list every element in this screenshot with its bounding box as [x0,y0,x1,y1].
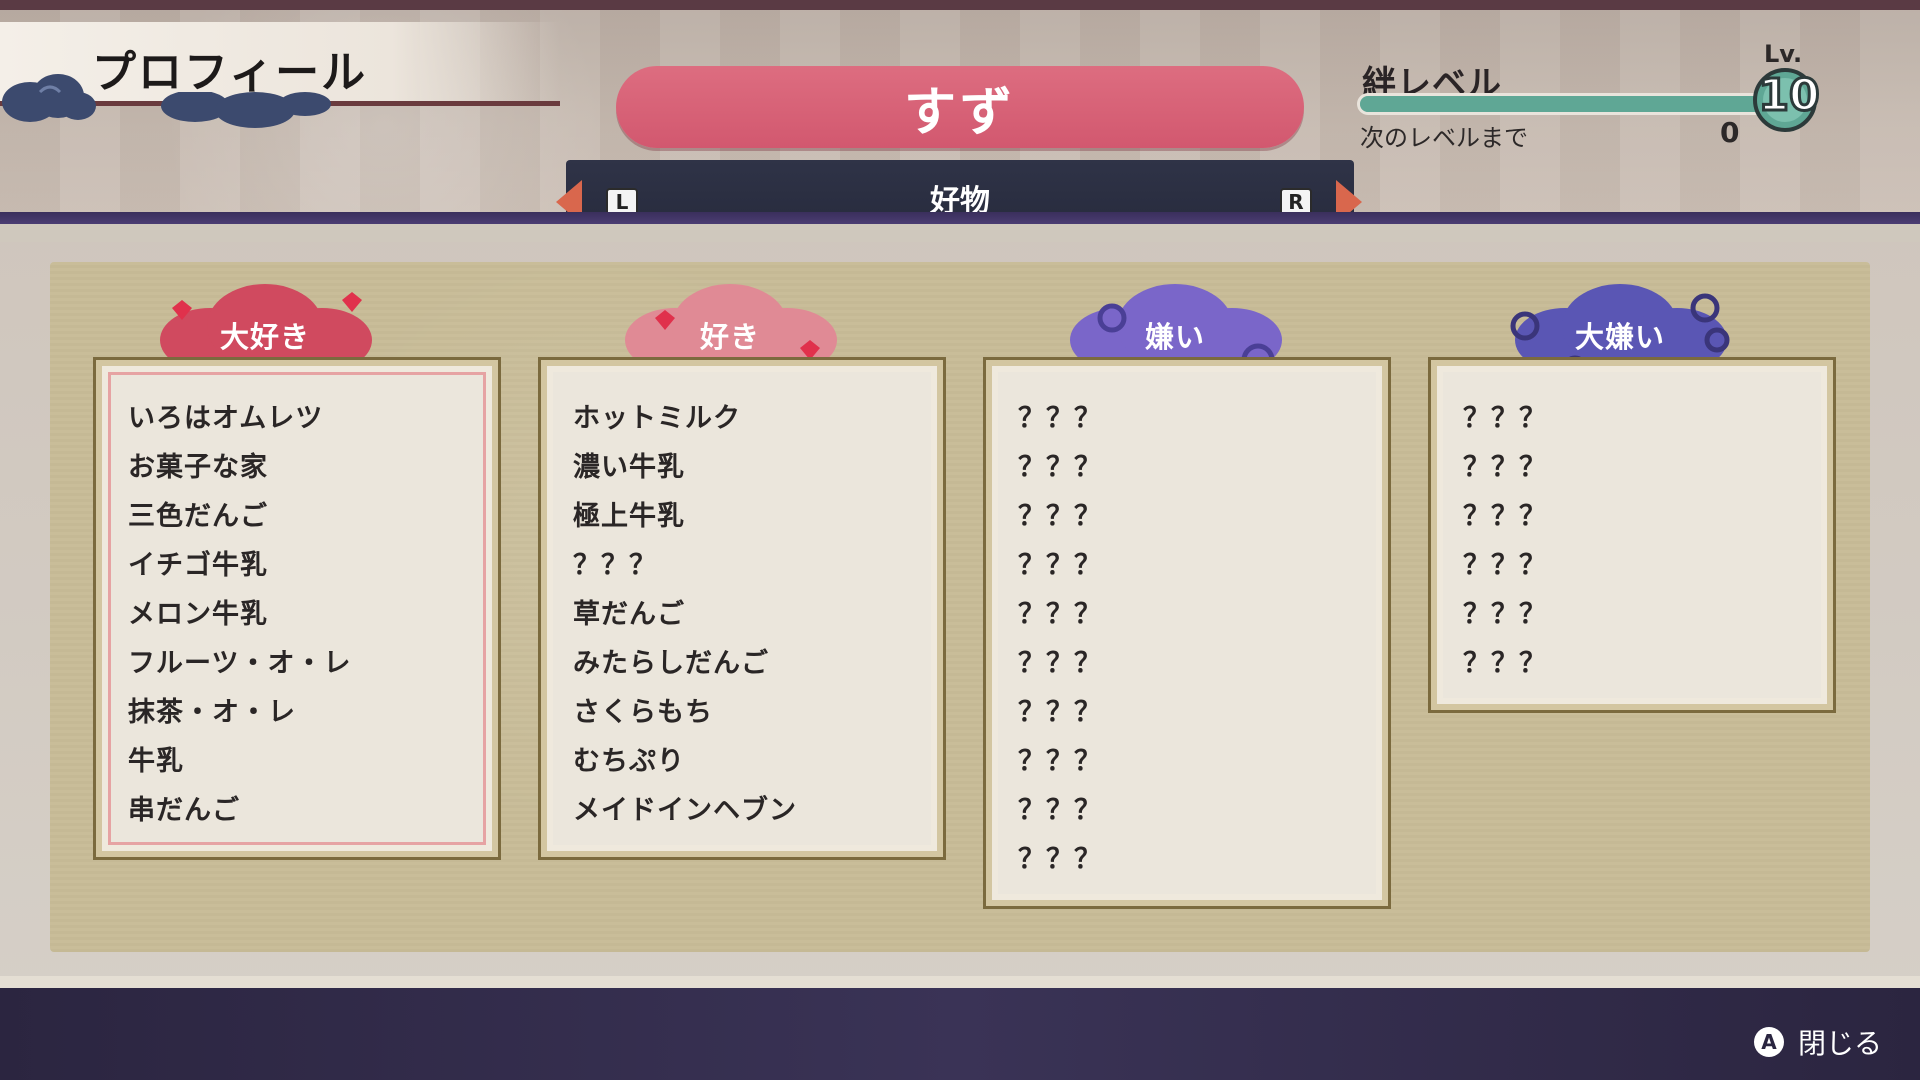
list-item: 牛乳 [128,746,184,777]
next-level-label: 次のレベルまで [1360,124,1528,152]
list-item: ？？？ [1018,795,1102,826]
dislike-label: 嫌い [1144,320,1205,354]
list-item: ？？？ [1018,844,1102,875]
list-item: お菓子な家 [128,452,268,483]
list-item: ？？？ [1018,403,1102,434]
list-item: ？？？ [1018,648,1102,679]
top-stripe [0,0,1920,10]
love-label: 大好き [219,320,310,354]
list-item: むちぷり [573,746,685,777]
list-item: 抹茶・オ・レ [128,697,296,728]
like-column: ホットミルク 濃い牛乳 極上牛乳 ？？？ 草だんご みたらしだんご さくらもち … [541,360,943,857]
list-item: ？？？ [1018,550,1102,581]
a-button-icon: A [1753,1027,1784,1057]
love-column: いろはオムレツ お菓子な家 三色だんご イチゴ牛乳 メロン牛乳 フルーツ・オ・レ… [96,360,498,857]
list-item: ？？？ [1018,746,1102,777]
list-item: ？？？ [1018,501,1102,532]
list-item: ？？？ [1463,550,1547,581]
list-item: ？？？ [1018,452,1102,483]
list-item: ？？？ [1463,648,1547,679]
close-label: 閉じる [1797,1027,1882,1060]
list-item: ホットミルク [573,403,741,434]
list-item: ？？？ [1463,403,1547,434]
footer-bar [0,988,1920,1080]
hate-column: ？？？ ？？？ ？？？ ？？？ ？？？ ？？？ [1431,360,1833,710]
list-item: 濃い牛乳 [573,452,685,483]
list-item: ？？？ [1463,599,1547,630]
list-item: ？？？ [1018,697,1102,728]
next-level-value: 0 [1720,116,1740,149]
list-item: ？？？ [573,550,657,581]
list-item: 串だんご [128,795,240,826]
dislike-column: ？？？ ？？？ ？？？ ？？？ ？？？ ？？？ ？？？ ？？？ ？？？ ？？？ [986,360,1388,906]
list-item: みたらしだんご [573,648,769,679]
list-item: 草だんご [573,599,685,630]
list-item: ？？？ [1463,501,1547,532]
list-item: メロン牛乳 [128,599,268,630]
character-name: すず [616,66,1304,148]
list-item: フルーツ・オ・レ [128,648,352,679]
like-label: 好き [699,320,760,354]
list-item: いろはオムレツ [128,403,324,434]
list-item: さくらもち [573,697,713,728]
cloud-icon [2,74,96,122]
list-item: 三色だんご [128,501,268,532]
list-item: メイドインヘブン [573,795,797,826]
list-item: イチゴ牛乳 [128,550,268,581]
close-button[interactable]: A 閉じる [1753,1022,1882,1062]
list-item: 極上牛乳 [573,501,685,532]
divider [0,224,1920,242]
level-number: 10 [1757,69,1821,123]
bond-progress-bar [1360,96,1780,112]
hate-label: 大嫌い [1574,320,1665,354]
divider [0,212,1920,224]
bond-progress-fill [1360,96,1780,112]
page-title: プロフィール [92,47,368,98]
list-item: ？？？ [1018,599,1102,630]
level-prefix: Lv. [1764,40,1803,68]
list-item: ？？？ [1463,452,1547,483]
